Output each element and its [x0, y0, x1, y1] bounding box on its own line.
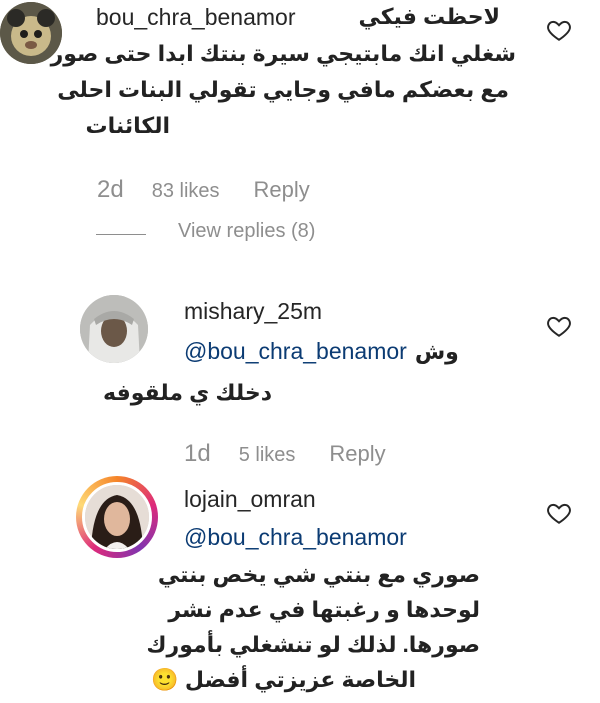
comment-text-line: شغلي انك مابتيجي سيرة بنتك ابدا حتى صور	[50, 41, 516, 66]
comment-username[interactable]: bou_chra_benamor	[96, 4, 295, 31]
avatar-image	[80, 295, 148, 363]
comment-meta: 2d 83 likes Reply	[97, 176, 310, 204]
likes-count[interactable]: 83 likes	[152, 180, 220, 203]
comment-meta: 1d 5 likes Reply	[184, 440, 386, 468]
heart-icon[interactable]	[546, 17, 572, 43]
heart-icon[interactable]	[546, 500, 572, 526]
comment-text-line: لاحظت فيكي	[358, 4, 500, 29]
comment-text-line: صورها. لذلك لو تنشغلي بأمورك	[146, 632, 480, 657]
mention-link[interactable]: @bou_chra_benamor	[184, 524, 407, 551]
comment-time: 1d	[184, 440, 211, 467]
avatar[interactable]	[82, 482, 152, 552]
heart-icon[interactable]	[546, 313, 572, 339]
comment-text-line: مع بعضكم مافي وجايي تقولي البنات احلى	[57, 77, 509, 102]
avatar-image	[85, 485, 149, 549]
comment-text-line: لوحدها و رغبتها في عدم نشر	[168, 597, 480, 622]
reply-button[interactable]: Reply	[329, 441, 385, 467]
comment-mention-row: @bou_chra_benamor وش	[184, 338, 459, 365]
comment-time: 2d	[97, 176, 124, 203]
view-replies-divider	[96, 234, 146, 235]
comment-username[interactable]: lojain_omran	[184, 486, 316, 513]
comment-text-line: الكائنات	[85, 113, 170, 138]
comment-username[interactable]: mishary_25m	[184, 298, 322, 325]
likes-count[interactable]: 5 likes	[239, 444, 296, 467]
comment-text-line: وش	[414, 338, 459, 364]
avatar[interactable]	[80, 295, 148, 363]
comment-text-line: الخاصة عزيزتي أفضل 🙂	[151, 667, 416, 692]
view-replies-button[interactable]: View replies (8)	[178, 220, 315, 243]
mention-link[interactable]: @bou_chra_benamor	[184, 338, 407, 365]
reply-button[interactable]: Reply	[254, 177, 310, 203]
comment-text-line: صوري مع بنتي شي يخص بنتي	[157, 562, 480, 587]
comment-text-line: دخلك ي ملقوفه	[103, 380, 272, 405]
